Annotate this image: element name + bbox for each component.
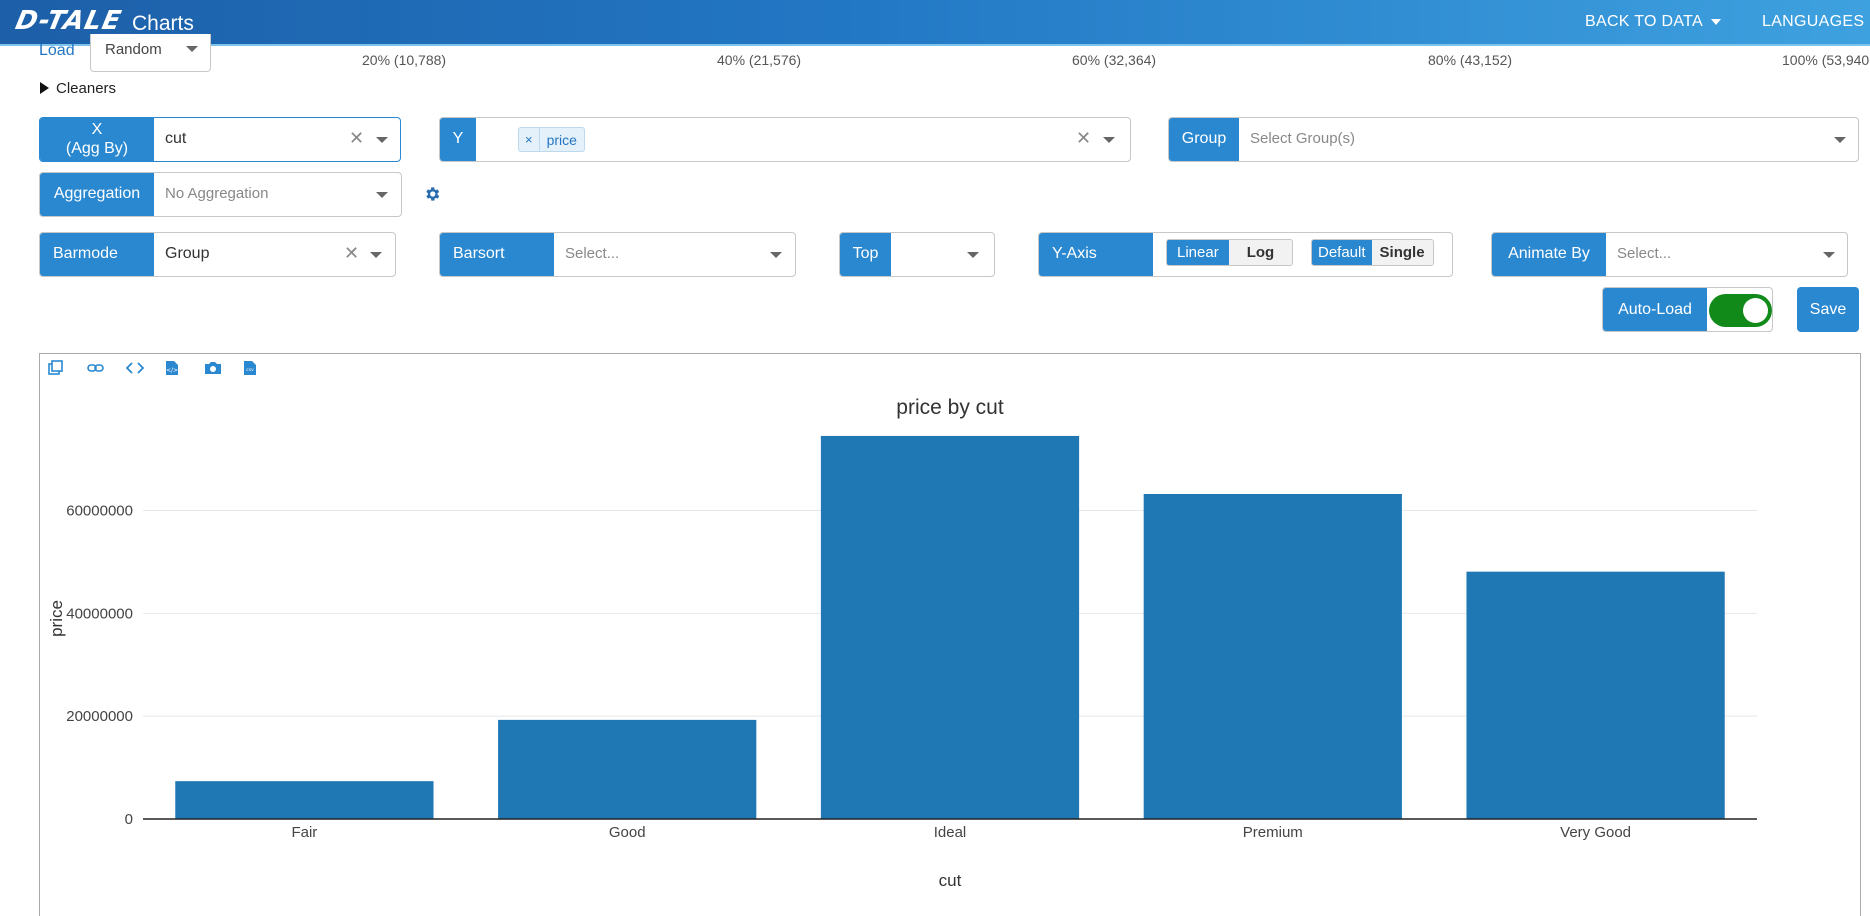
chevron-down-icon [186,46,198,52]
x-axis-title: cut [939,871,962,890]
page-title: Charts [132,12,194,35]
languages-menu[interactable]: LANGUAGES [1762,13,1864,31]
y-tick-label: 40000000 [66,605,133,622]
chevron-down-icon[interactable] [370,252,382,258]
y-axis-select[interactable]: × price ✕ [476,118,1130,161]
animate-by-label: Animate By [1492,233,1606,276]
mode-single-button[interactable]: Single [1371,240,1433,265]
clear-icon[interactable]: ✕ [344,243,359,264]
bar-chart: 0 20000000 40000000 60000000 Fair Good Ideal Pr… [47,396,1757,890]
chevron-down-icon[interactable] [376,137,388,143]
barmode-label: Barmode [40,233,154,276]
dtale-logo[interactable]: D-TALE [13,6,125,36]
scale-log-button[interactable]: Log [1228,240,1293,265]
x-axis-value: cut [165,130,187,147]
top-control: Top [839,232,995,277]
animate-by-select[interactable]: Select... [1606,233,1847,276]
scale-linear-button[interactable]: Linear [1167,240,1229,265]
group-label: Group [1169,118,1239,161]
barmode-select[interactable]: Group ✕ [154,233,395,276]
load-slider-mark[interactable]: 20% (10,788) [362,52,446,68]
group-select[interactable]: Select Group(s) [1239,118,1858,161]
chevron-down-icon[interactable] [1834,137,1846,143]
load-slider-mark[interactable]: 40% (21,576) [717,52,801,68]
aggregation-placeholder: No Aggregation [165,185,269,202]
save-button[interactable]: Save [1797,287,1859,332]
load-label: Load [39,42,75,59]
chevron-down-icon[interactable] [967,252,979,258]
chart-panel: </> csv 0 20000000 40000000 60000000 Fair Goo… [39,353,1861,916]
aggregation-label: Aggregation [40,173,154,216]
chart-title: price by cut [896,396,1004,419]
top-select[interactable] [891,233,994,276]
bar-premium [1143,493,1402,819]
caret-down-icon [1711,18,1721,25]
load-slider-mark[interactable]: 60% (32,364) [1072,52,1156,68]
load-select[interactable]: Random [90,34,211,72]
top-label: Top [840,233,891,276]
x-tick-label: Fair [291,824,317,841]
y-tag-label: price [546,131,577,148]
x-axis-label: X (Agg By) [40,118,154,161]
y-axis-title: price [47,600,66,637]
chevron-down-icon[interactable] [376,192,388,198]
y-tag-price: × price [518,127,585,152]
x-tick-label: Premium [1243,824,1303,841]
barsort-placeholder: Select... [565,245,620,262]
clear-icon[interactable]: ✕ [1076,128,1091,149]
barmode-control: Barmode Group ✕ [39,232,396,277]
auto-load-toggle[interactable] [1709,294,1772,327]
barsort-label: Barsort [440,233,554,276]
load-select-value: Random [105,41,162,58]
bar-good [498,719,757,819]
y-axis-mode-toggle: Default Single [1311,239,1434,266]
cleaners-label: Cleaners [56,80,117,97]
mode-default-button[interactable]: Default [1312,240,1372,265]
group-placeholder: Select Group(s) [1250,130,1356,147]
chevron-down-icon[interactable] [1823,252,1835,258]
bar-very-good [1466,571,1725,819]
barsort-control: Barsort Select... [439,232,796,277]
bar-ideal [820,435,1080,819]
back-to-data-menu[interactable]: BACK TO DATA [1585,13,1721,31]
barsort-select[interactable]: Select... [554,233,795,276]
y-axis-scale-label: Y-Axis [1039,233,1153,276]
remove-tag-icon[interactable]: × [519,128,540,151]
y-tick-label: 60000000 [66,503,133,520]
top-navbar: D-TALE Charts BACK TO DATA LANGUAGES [0,0,1870,46]
x-axis-control: X (Agg By) cut ✕ [39,117,401,162]
auto-load-control: Auto-Load [1602,287,1773,332]
animate-by-control: Animate By Select... [1491,232,1848,277]
load-slider-mark[interactable]: 100% (53,940 [1782,52,1869,68]
y-tick-label: 20000000 [66,708,133,725]
load-slider-mark[interactable]: 80% (43,152) [1428,52,1512,68]
x-tick-label: Ideal [934,824,967,841]
x-axis-label-line1: X [91,121,103,139]
cleaners-toggle[interactable]: Cleaners [40,80,116,97]
y-axis-scale-toggle: Linear Log [1166,239,1294,266]
animate-by-placeholder: Select... [1617,245,1672,262]
chevron-down-icon[interactable] [770,252,782,258]
chevron-down-icon[interactable] [1103,137,1115,143]
y-tick-label: 0 [125,811,133,828]
bar-fair [175,781,434,819]
back-to-data-label: BACK TO DATA [1585,13,1703,30]
auto-load-label: Auto-Load [1603,288,1707,331]
aggregation-control: Aggregation No Aggregation [39,172,402,217]
toggle-knob [1743,298,1768,323]
y-axis-label: Y [440,118,476,161]
caret-right-icon [40,82,49,94]
y-axis-control: Y × price ✕ [439,117,1131,162]
x-axis-label-line2: (Agg By) [65,139,129,157]
gear-icon[interactable] [423,185,441,203]
x-axis-select[interactable]: cut ✕ [154,118,400,161]
clear-icon[interactable]: ✕ [349,128,364,149]
group-control: Group Select Group(s) [1168,117,1859,162]
barmode-value: Group [165,245,210,262]
x-tick-label: Good [609,824,646,841]
x-tick-label: Very Good [1560,824,1631,841]
aggregation-select[interactable]: No Aggregation [154,173,401,216]
